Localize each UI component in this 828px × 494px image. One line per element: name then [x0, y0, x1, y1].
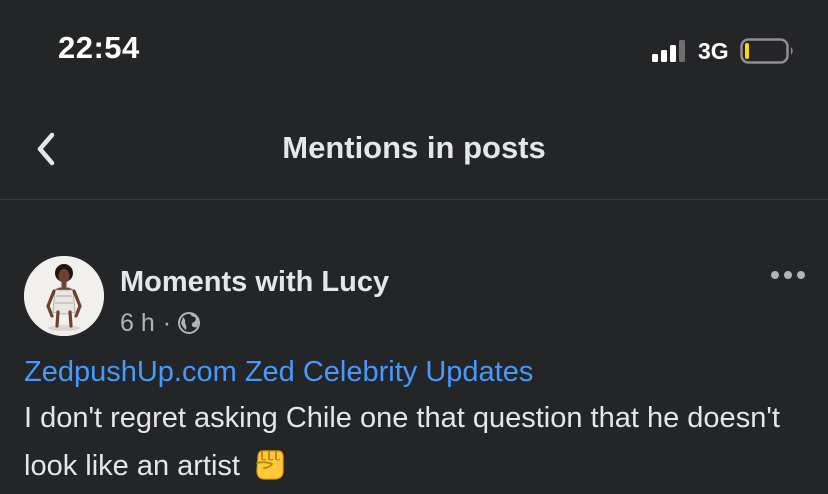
post-text: I don't regret asking Chile one that que…: [24, 394, 804, 490]
post-text-content: I don't regret asking Chile one that que…: [24, 402, 780, 482]
avatar[interactable]: [24, 256, 104, 336]
nav-header: Mentions in posts: [0, 100, 828, 200]
post-timestamp[interactable]: 6 h: [120, 309, 155, 338]
profile-photo: [24, 256, 104, 336]
signal-bars-icon: [652, 40, 685, 62]
network-type: 3G: [698, 38, 729, 64]
author-name[interactable]: Moments with Lucy: [120, 266, 389, 299]
raised-fist-emoji-icon: [256, 450, 284, 480]
status-bar: 22:54 3G: [0, 0, 828, 100]
post-meta: 6 h ·: [120, 308, 201, 338]
post-card: Moments with Lucy 6 h · ZedpushUp.com Ze…: [0, 201, 828, 494]
status-time: 22:54: [58, 30, 140, 65]
page-title: Mentions in posts: [282, 130, 546, 165]
globe-icon: [178, 312, 201, 334]
more-horizontal-icon: [771, 271, 805, 279]
more-options-button[interactable]: [770, 267, 806, 283]
battery-icon: [740, 38, 793, 64]
tagged-page-link[interactable]: ZedpushUp.com Zed Celebrity Updates: [24, 356, 533, 389]
meta-separator: ·: [162, 308, 172, 337]
